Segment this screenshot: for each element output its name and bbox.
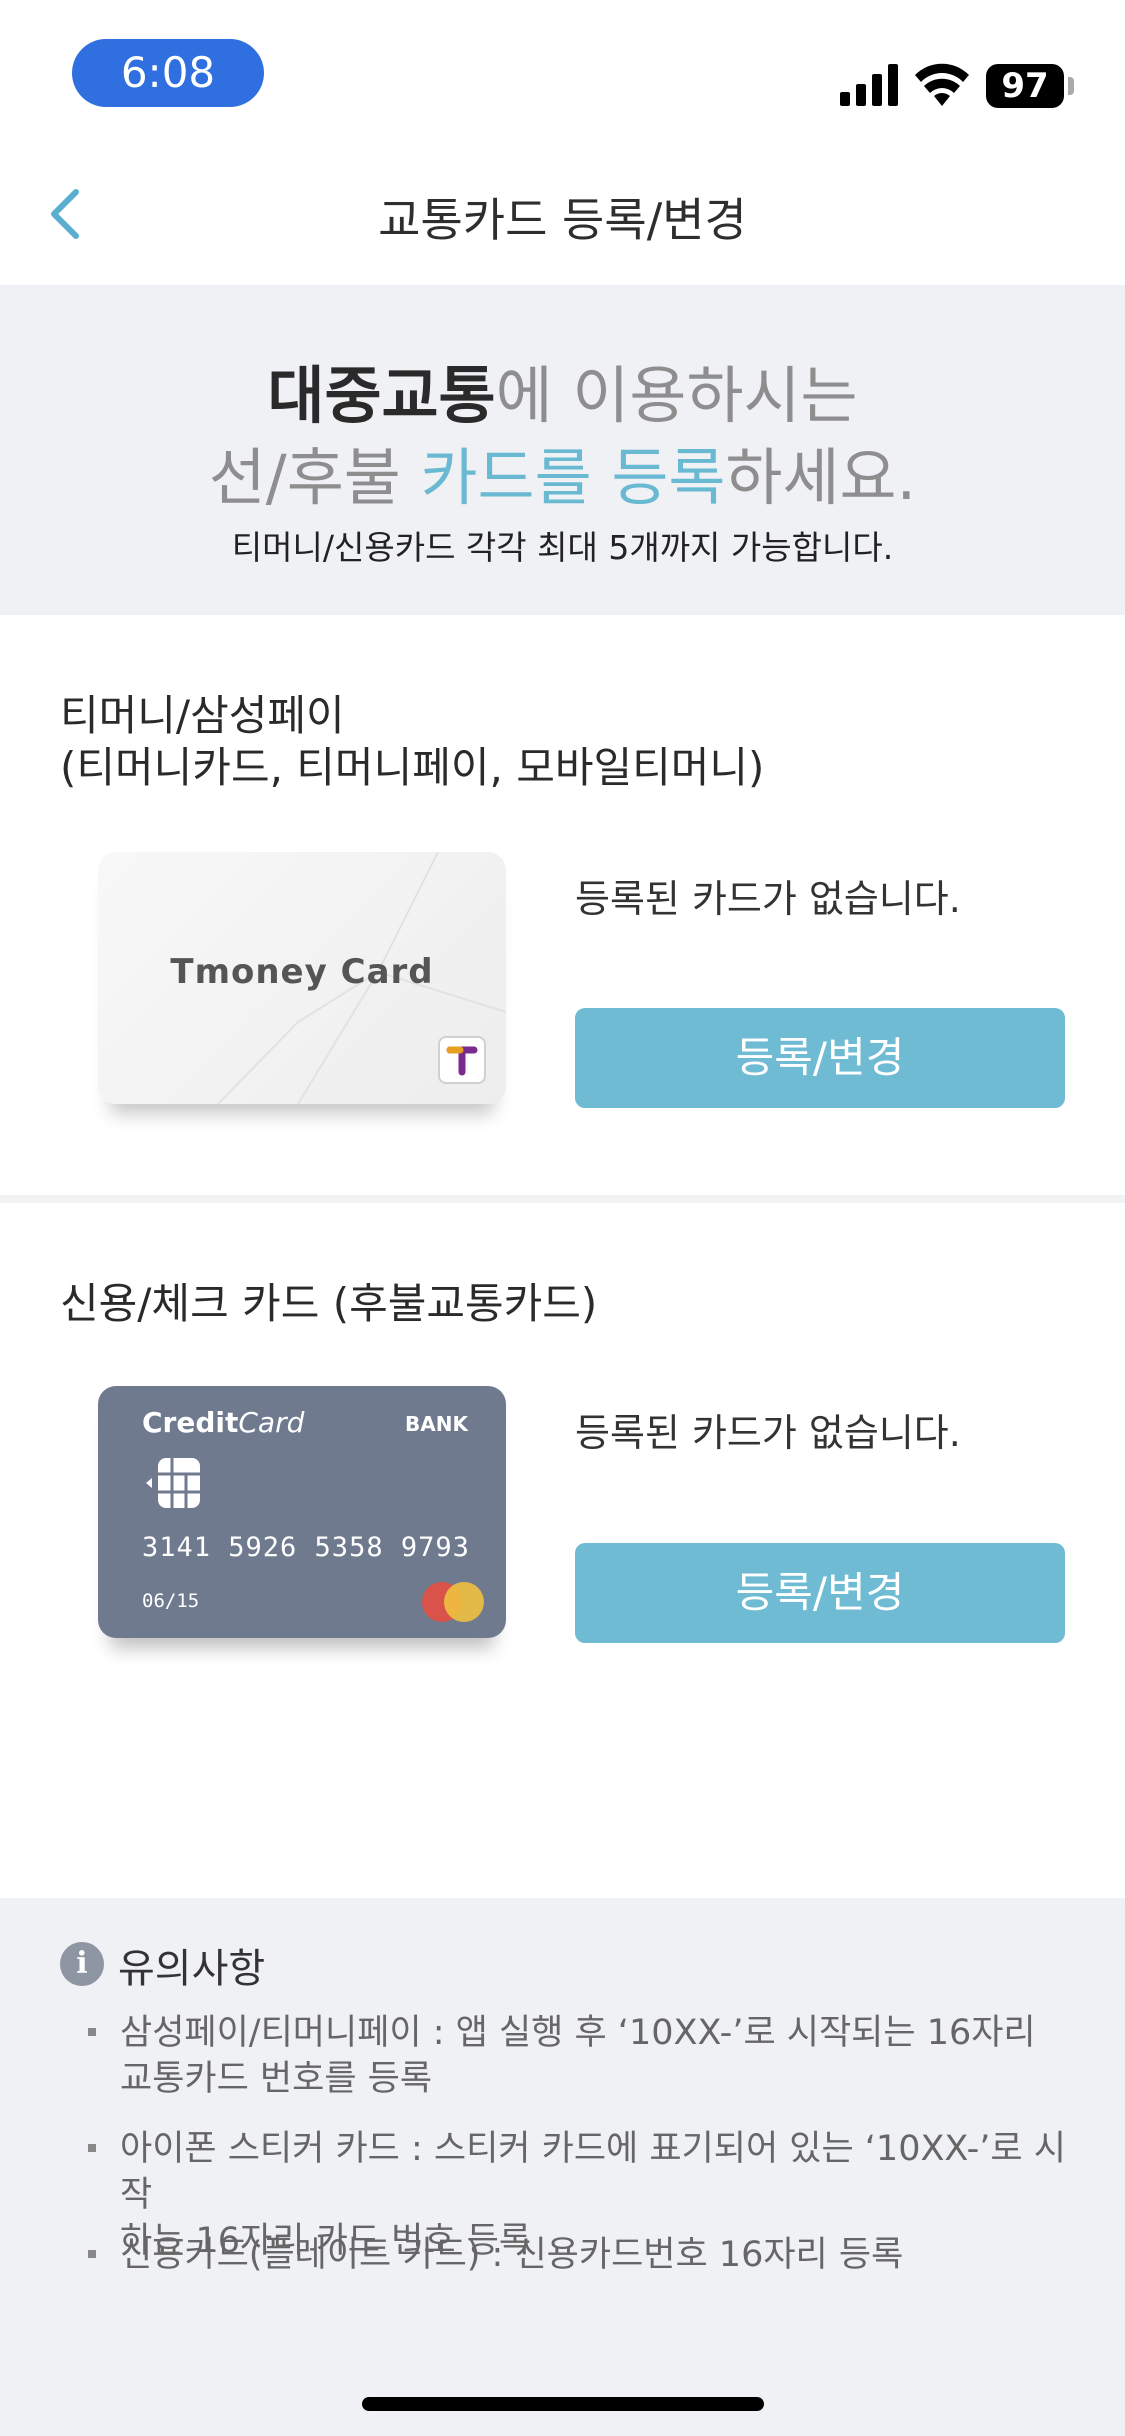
bullet-icon [88,2028,96,2036]
tmoney-section-title: 티머니/삼성페이 (티머니카드, 티머니페이, 모바일티머니) [60,690,764,794]
status-time: 6:08 [72,39,264,107]
credit-section-title: 신용/체크 카드 (후불교통카드) [60,1279,598,1328]
battery-icon: 97 [986,64,1064,108]
tmoney-title-line1: 티머니/삼성페이 [60,691,345,740]
battery-tip [1068,77,1074,95]
tmoney-logo-icon [438,1036,486,1084]
hero-text: 에 이용하시는 [495,359,858,432]
tmoney-title-line2: (티머니카드, 티머니페이, 모바일티머니) [60,743,765,792]
hero-banner: 대중교통에 이용하시는 선/후불 카드를 등록하세요. 티머니/신용카드 각각 … [0,285,1125,615]
info-icon: i [60,1942,104,1986]
tmoney-register-button[interactable]: 등록/변경 [575,1008,1065,1108]
tmoney-status: 등록된 카드가 없습니다. [575,877,961,921]
hero-emphasis: 대중교통 [267,359,496,432]
hero-text: 선/후불 [208,441,421,514]
hero-text: 하세요. [725,441,917,514]
wifi-icon [915,63,969,106]
card-brand: CreditCard [142,1406,304,1439]
credit-card-image: CreditCard BANK 3141 5926 5358 9793 06/1… [98,1386,506,1638]
card-bank: BANK [405,1412,468,1436]
note-line: 아이폰 스티커 카드 : 스티커 카드에 표기되어 있는 ‘10XX-’로 시작 [120,2129,1066,2215]
mastercard-logo-icon [422,1582,484,1622]
note-item: 삼성페이/티머니페이 : 앱 실행 후 ‘10XX-’로 시작되는 16자리 교… [120,2010,1080,2102]
hero-subtitle: 티머니/신용카드 각각 최대 5개까지 가능합니다. [231,528,894,567]
section-divider [0,1195,1125,1203]
bullet-icon [88,2144,96,2152]
hero-line-2: 선/후불 카드를 등록하세요. [0,427,1125,517]
credit-status: 등록된 카드가 없습니다. [575,1411,961,1455]
home-indicator[interactable] [362,2397,764,2411]
card-number: 3141 5926 5358 9793 [142,1532,470,1563]
note-line: 교통카드 번호를 등록 [120,2059,433,2099]
note-line: 신용카드(플레이트 카드) : 신용카드번호 16자리 등록 [120,2235,904,2275]
card-chip-icon [146,1458,200,1508]
note-line: 삼성페이/티머니페이 : 앱 실행 후 ‘10XX-’로 시작되는 16자리 [120,2013,1036,2053]
hero-highlight: 카드를 등록 [420,441,726,514]
bullet-icon [88,2250,96,2258]
tmoney-card-label: Tmoney Card [170,952,434,992]
note-item: 신용카드(플레이트 카드) : 신용카드번호 16자리 등록 [120,2232,1080,2278]
nav-bar: 교통카드 등록/변경 [0,140,1125,285]
notes-title: 유의사항 [118,1946,266,1992]
card-brand-italic: Card [238,1406,305,1439]
card-expiry: 06/15 [142,1590,200,1612]
card-brand-bold: Credit [142,1406,239,1439]
notes-panel: i 유의사항 삼성페이/티머니페이 : 앱 실행 후 ‘10XX-’로 시작되는… [0,1898,1125,2436]
cellular-signal-icon [840,64,898,106]
hero-line-1: 대중교통에 이용하시는 [0,345,1125,435]
page-title: 교통카드 등록/변경 [378,193,747,247]
credit-register-button[interactable]: 등록/변경 [575,1543,1065,1643]
status-bar: 6:08 97 [0,0,1125,140]
tmoney-card-image: Tmoney Card [98,852,506,1104]
